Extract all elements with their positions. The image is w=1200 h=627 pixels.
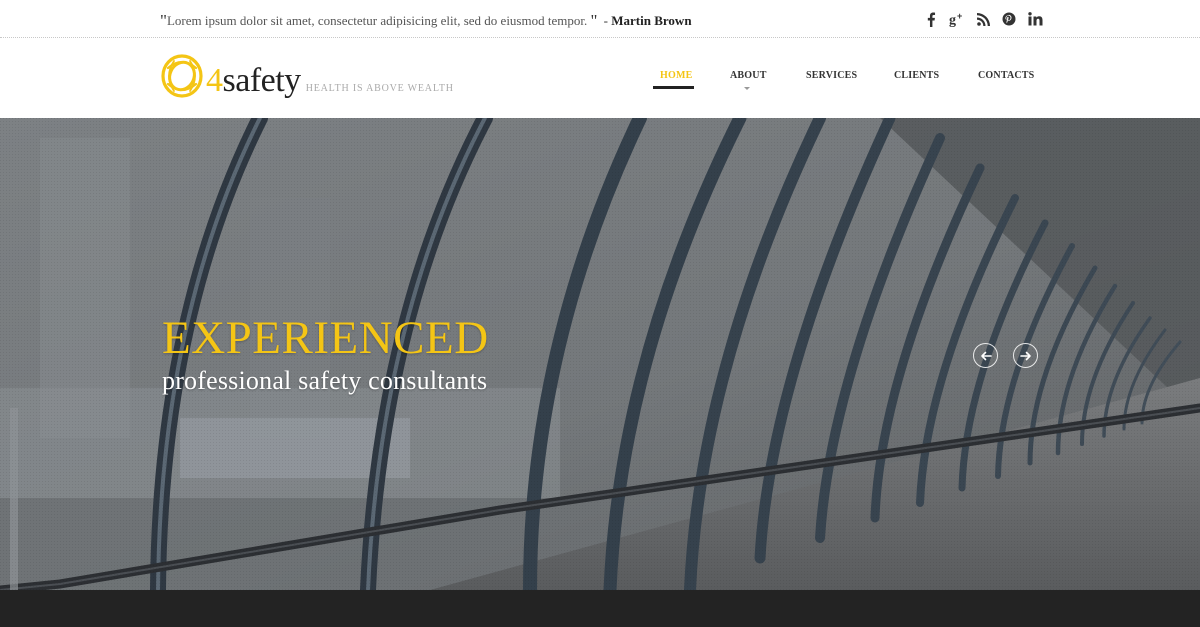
nav-item-clients[interactable]: CLIENTS — [894, 70, 939, 81]
svg-text:+: + — [957, 12, 962, 21]
hero-title: EXPERIENCED — [162, 312, 489, 364]
pinterest-icon[interactable] — [996, 9, 1022, 29]
nav-item-services[interactable]: SERVICES — [806, 70, 857, 81]
rss-icon[interactable] — [970, 9, 996, 29]
main-nav: HOME ABOUT SERVICES CLIENTS CONTACTS — [0, 70, 1200, 100]
nav-item-contacts[interactable]: CONTACTS — [978, 70, 1034, 81]
active-nav-underline — [653, 86, 694, 89]
slider-next-button[interactable] — [1013, 343, 1038, 368]
svg-text:g: g — [949, 13, 956, 27]
linkedin-icon[interactable] — [1022, 9, 1048, 29]
hero-slider: EXPERIENCED professional safety consulta… — [0, 118, 1200, 590]
content-band — [0, 590, 1200, 627]
facebook-icon[interactable] — [918, 9, 944, 29]
nav-item-home[interactable]: HOME — [660, 70, 692, 81]
quote-author: Martin Brown — [611, 13, 692, 28]
quote-text: Lorem ipsum dolor sit amet, consectetur … — [166, 13, 591, 28]
social-links: g + — [918, 9, 1048, 29]
about-dropdown-caret-icon[interactable] — [744, 87, 750, 90]
nav-item-about[interactable]: ABOUT — [730, 70, 767, 81]
quote-open-mark: " — [160, 11, 167, 30]
google-plus-icon[interactable]: g + — [944, 9, 970, 29]
quote-dash: - — [603, 13, 609, 28]
arrow-left-icon — [980, 351, 992, 360]
hero-subtitle: professional safety consultants — [162, 366, 488, 395]
slider-prev-button[interactable] — [973, 343, 998, 368]
top-bar: "Lorem ipsum dolor sit amet, consectetur… — [0, 0, 1200, 38]
header-quote: "Lorem ipsum dolor sit amet, consectetur… — [160, 10, 692, 30]
arrow-right-icon — [1019, 351, 1031, 360]
site-header: 4safety HEALTH IS ABOVE WEALTH HOME ABOU… — [0, 39, 1200, 118]
quote-close-mark: " — [590, 11, 598, 30]
